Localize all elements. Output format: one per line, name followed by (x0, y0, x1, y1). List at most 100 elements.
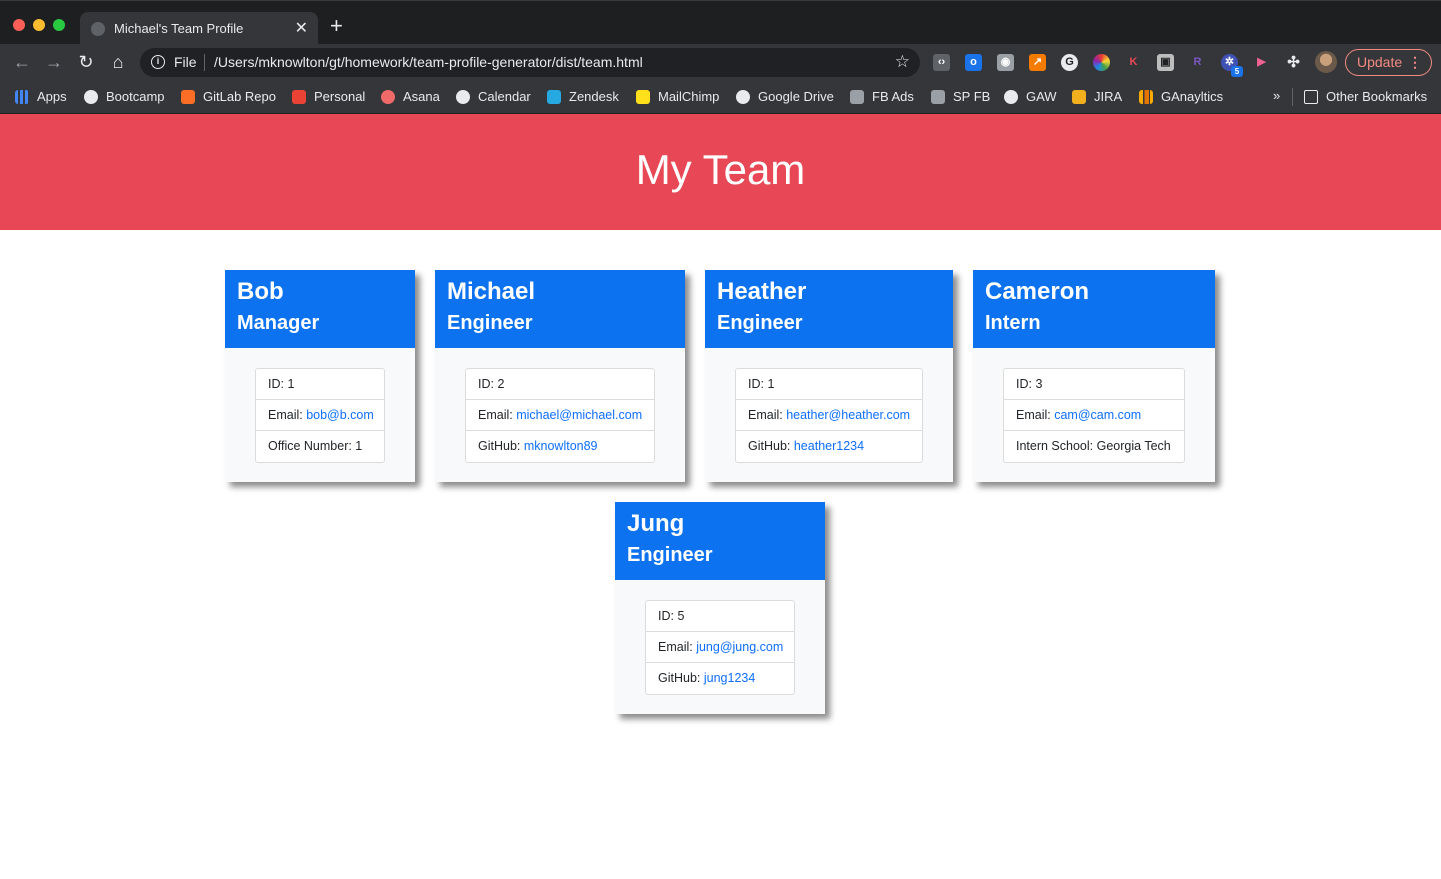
email-label: Email: (478, 408, 517, 422)
browser-toolbar: ← → ↻ ⌂ i File /Users/mknowlton/gt/homew… (0, 44, 1441, 81)
card-header: Heather Engineer (705, 270, 953, 348)
employee-card: Bob Manager ID: 1 Email: bob@b.com Offic… (225, 270, 415, 482)
camera-extension-icon[interactable]: ◉ (997, 54, 1014, 71)
menu-dots-icon[interactable]: ⋮ (1408, 50, 1422, 75)
card-header: Jung Engineer (615, 502, 825, 580)
employee-id: ID: 1 (256, 369, 384, 400)
google-icon (736, 90, 750, 104)
google-icon (1004, 90, 1018, 104)
email-label: Email: (658, 640, 697, 654)
extension-badge: 5 (1231, 66, 1243, 77)
bookmarks-bar: Apps Bootcamp GitLab Repo Personal Asana… (0, 81, 1441, 114)
puzzle-icon[interactable]: ✣ (1285, 54, 1302, 71)
new-tab-button[interactable]: + (330, 15, 343, 37)
employee-role: Engineer (717, 312, 803, 334)
employee-github-row: GitHub: jung1234 (646, 663, 794, 694)
jira-icon (1072, 90, 1086, 104)
email-link[interactable]: cam@cam.com (1054, 408, 1141, 422)
github-link[interactable]: heather1234 (794, 439, 864, 453)
email-link[interactable]: heather@heather.com (786, 408, 910, 422)
employee-role: Manager (237, 312, 320, 334)
record-extension-icon[interactable]: ▶ (1253, 54, 1270, 71)
close-tab-icon[interactable]: ✕ (295, 18, 308, 38)
employee-card: Cameron Intern ID: 3 Email: cam@cam.com … (973, 270, 1215, 482)
globe-icon (84, 90, 98, 104)
email-link[interactable]: bob@b.com (306, 408, 374, 422)
code-extension-icon[interactable]: ‹› (933, 54, 950, 71)
employee-details: ID: 1 Email: heather@heather.com GitHub:… (735, 368, 923, 463)
more-bookmarks-button[interactable]: » (1273, 88, 1280, 103)
image-extension-icon[interactable]: ▣ (1157, 54, 1174, 71)
gmail-icon (292, 90, 306, 104)
update-button[interactable]: Update ⋮ (1345, 49, 1432, 76)
google-icon (456, 90, 470, 104)
maximize-window-button[interactable] (53, 19, 65, 31)
github-link[interactable]: mknowlton89 (524, 439, 598, 453)
document-icon (850, 90, 864, 104)
tab-team-profile[interactable]: Michael's Team Profile ✕ (80, 12, 318, 45)
github-label: GitHub: (748, 439, 794, 453)
gitlab-icon (181, 90, 195, 104)
url-scheme: File (174, 54, 197, 70)
mailchimp-icon (636, 90, 650, 104)
email-link[interactable]: michael@michael.com (516, 408, 642, 422)
employee-details: ID: 1 Email: bob@b.com Office Number: 1 (255, 368, 385, 463)
employee-email-row: Email: cam@cam.com (1004, 400, 1184, 431)
close-window-button[interactable] (13, 19, 25, 31)
page-title: My Team (635, 146, 806, 193)
employee-id: ID: 2 (466, 369, 654, 400)
address-bar[interactable]: i File /Users/mknowlton/gt/homework/team… (140, 48, 920, 77)
email-link[interactable]: jung@jung.com (696, 640, 783, 654)
card-header: Bob Manager (225, 270, 415, 348)
home-icon[interactable]: ⌂ (107, 51, 129, 73)
asana-icon (381, 90, 395, 104)
bookmark-star-icon[interactable]: ☆ (895, 52, 910, 72)
tab-strip: Michael's Team Profile ✕ + (0, 0, 1441, 45)
reload-icon[interactable]: ↻ (75, 51, 97, 73)
k-extension-icon[interactable]: K (1125, 54, 1142, 71)
info-icon[interactable]: i (151, 55, 165, 69)
card-header: Michael Engineer (435, 270, 685, 348)
back-icon[interactable]: ← (11, 51, 33, 73)
divider (1292, 88, 1293, 106)
profile-avatar[interactable] (1315, 51, 1337, 73)
minimize-window-button[interactable] (33, 19, 45, 31)
employee-details: ID: 3 Email: cam@cam.com Intern School: … (1003, 368, 1185, 463)
school-label: Intern School: Georgia Tech (1016, 439, 1171, 453)
employee-name: Michael (447, 278, 536, 305)
employee-id: ID: 1 (736, 369, 922, 400)
employee-card: Michael Engineer ID: 2 Email: michael@mi… (435, 270, 685, 482)
employee-email-row: Email: michael@michael.com (466, 400, 654, 431)
outlook-extension-icon[interactable]: o (965, 54, 982, 71)
employee-github-row: GitHub: heather1234 (736, 431, 922, 462)
folder-icon (1304, 90, 1318, 104)
employee-id: ID: 5 (646, 601, 794, 632)
employee-card: Heather Engineer ID: 1 Email: heather@he… (705, 270, 953, 482)
employee-details: ID: 5 Email: jung@jung.com GitHub: jung1… (645, 600, 795, 695)
employee-details: ID: 2 Email: michael@michael.com GitHub:… (465, 368, 655, 463)
employee-github-row: GitHub: mknowlton89 (466, 431, 654, 462)
employee-card: Jung Engineer ID: 5 Email: jung@jung.com… (615, 502, 825, 714)
zendesk-icon (547, 90, 561, 104)
update-label: Update (1357, 54, 1403, 70)
url-text[interactable]: /Users/mknowlton/gt/homework/team-profil… (214, 54, 643, 70)
browser-chrome: Michael's Team Profile ✕ + ← → ↻ ⌂ i Fil… (0, 0, 1441, 114)
employee-name: Heather (717, 278, 807, 305)
github-link[interactable]: jung1234 (704, 671, 755, 685)
employee-email-row: Email: heather@heather.com (736, 400, 922, 431)
color-picker-extension-icon[interactable] (1093, 54, 1110, 71)
divider (204, 54, 205, 71)
r-extension-icon[interactable]: R (1189, 54, 1206, 71)
email-label: Email: (1016, 408, 1055, 422)
card-header: Cameron Intern (973, 270, 1215, 348)
grammar-extension-icon[interactable]: G (1061, 54, 1078, 71)
employee-name: Bob (237, 278, 284, 305)
forward-icon[interactable]: → (43, 51, 65, 73)
globe-icon (91, 22, 105, 36)
analytics-extension-icon[interactable]: ↗ (1029, 54, 1046, 71)
employee-name: Cameron (985, 278, 1090, 305)
employee-id: ID: 3 (1004, 369, 1184, 400)
tab-title: Michael's Team Profile (114, 21, 244, 36)
office-label: Office Number: 1 (268, 439, 363, 453)
employee-name: Jung (627, 510, 685, 537)
